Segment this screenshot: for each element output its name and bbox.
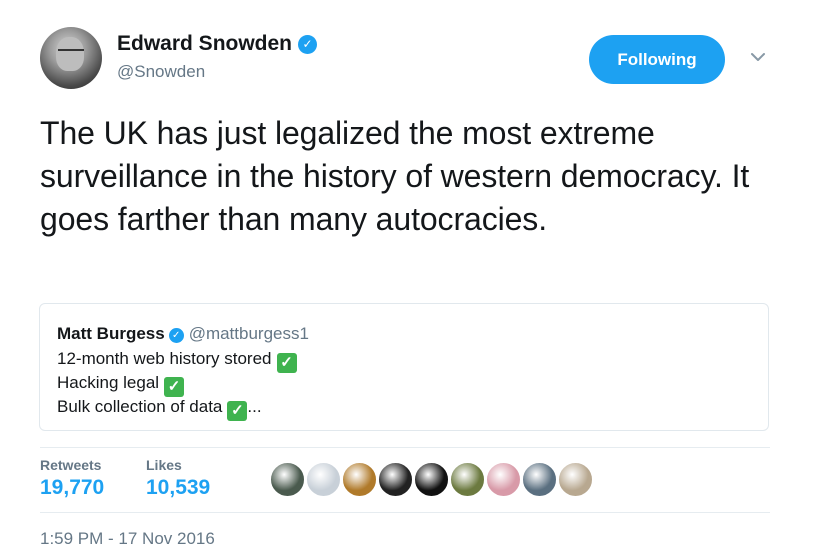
liker-avatar[interactable]	[558, 462, 593, 497]
tweet-timestamp[interactable]: 1:59 PM - 17 Nov 2016	[40, 529, 215, 549]
check-mark-icon: ✓	[227, 401, 248, 421]
verified-badge-icon: ✓	[168, 328, 184, 343]
following-button[interactable]: Following	[589, 35, 725, 84]
quoted-tweet-header: Matt Burgess ✓ @mattburgess1	[57, 324, 309, 344]
liker-avatar[interactable]	[306, 462, 341, 497]
likes-label: Likes	[146, 457, 182, 473]
liker-avatar[interactable]	[342, 462, 377, 497]
verified-badge-icon: ✓	[298, 35, 318, 54]
liker-avatar[interactable]	[414, 462, 449, 497]
likes-count: 10,539	[146, 476, 211, 499]
author-handle[interactable]: @Snowden	[117, 62, 317, 82]
quoted-author-name: Matt Burgess	[57, 324, 165, 343]
chevron-down-icon[interactable]	[749, 50, 767, 64]
quoted-line-text: Bulk collection of data	[57, 397, 223, 416]
check-mark-icon: ✓	[276, 353, 297, 373]
author-display-name[interactable]: Edward Snowden	[117, 32, 292, 56]
author-avatar[interactable]	[40, 27, 102, 89]
retweets-stat[interactable]: Retweets 19,770	[40, 457, 104, 500]
quoted-line: 12-month web history stored ✓	[57, 349, 297, 373]
quoted-tweet[interactable]: Matt Burgess ✓ @mattburgess1 12-month web …	[39, 303, 769, 431]
divider	[40, 512, 770, 513]
avatar-glasses	[58, 49, 84, 57]
quoted-line-text: Hacking legal	[57, 373, 160, 392]
retweets-count: 19,770	[40, 476, 105, 499]
likes-stat[interactable]: Likes 10,539	[146, 457, 210, 500]
liker-avatar[interactable]	[522, 462, 557, 497]
quoted-line-text: 12-month web history stored	[57, 349, 272, 368]
liker-avatar[interactable]	[378, 462, 413, 497]
quoted-line-ellipsis: ...	[247, 397, 262, 416]
author-block: Edward Snowden ✓ @Snowden	[117, 32, 318, 82]
check-mark-icon: ✓	[164, 377, 185, 397]
quoted-line: Hacking legal ✓	[57, 373, 185, 397]
divider	[40, 447, 770, 448]
liker-avatar[interactable]	[270, 462, 305, 497]
retweets-label: Retweets	[40, 457, 102, 473]
quoted-author-handle: @mattburgess1	[188, 324, 309, 343]
liker-avatar[interactable]	[450, 462, 485, 497]
quoted-line: Bulk collection of data ✓...	[57, 397, 262, 421]
tweet-text: The UK has just legalized the most extre…	[40, 115, 750, 237]
liker-avatar[interactable]	[486, 462, 521, 497]
